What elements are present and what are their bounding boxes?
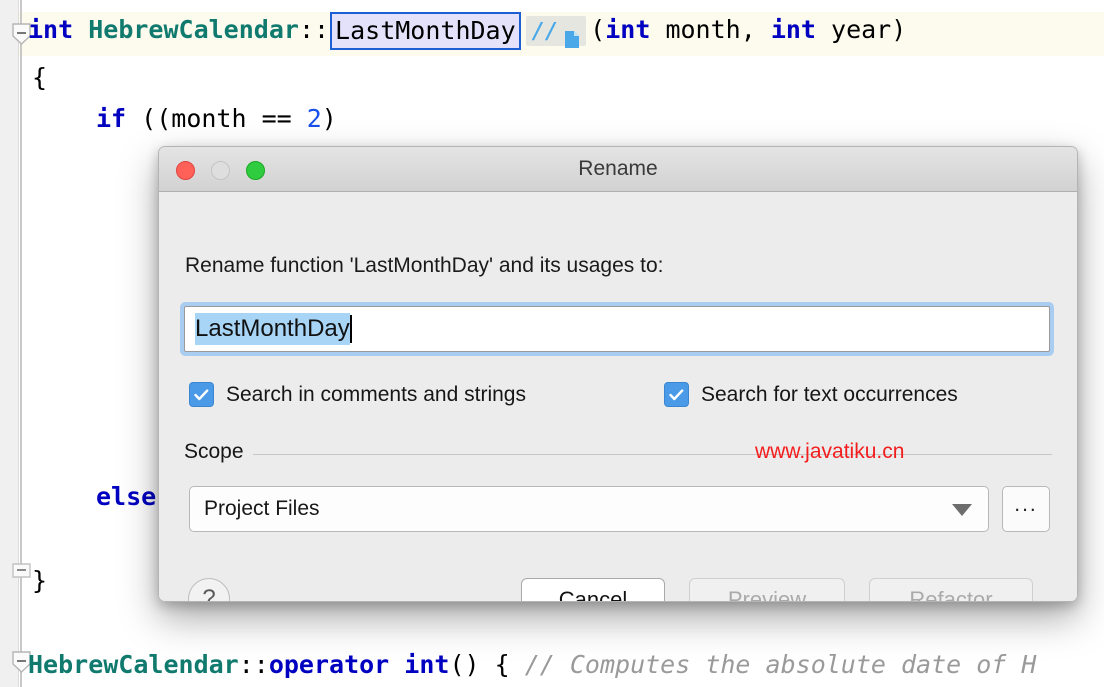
scope-operator-2: :: bbox=[238, 650, 269, 679]
code-line-else[interactable]: else bbox=[96, 477, 156, 517]
inline-hint-chip[interactable]: // bbox=[525, 16, 587, 48]
paren-open: ( bbox=[590, 15, 606, 44]
code-line-signature[interactable]: int HebrewCalendar:: LastMonthDay//(int m… bbox=[28, 10, 906, 50]
new-name-input[interactable]: LastMonthDay bbox=[184, 306, 1050, 352]
editor-gutter[interactable] bbox=[0, 0, 19, 687]
keyword-int-return: int bbox=[28, 15, 89, 44]
dialog-body: Rename function 'LastMonthDay' and its u… bbox=[159, 192, 1077, 601]
new-name-input-value[interactable]: LastMonthDay bbox=[195, 313, 350, 345]
chevron-down-icon[interactable] bbox=[952, 504, 972, 516]
code-line-brace-close[interactable]: } bbox=[32, 561, 47, 601]
code-line-operator-int[interactable]: HebrewCalendar::operator int() { // Comp… bbox=[28, 645, 1036, 685]
if-paren-close: ) bbox=[321, 104, 337, 133]
class-name-hebrewcalendar: HebrewCalendar bbox=[88, 15, 299, 44]
refactor-button[interactable]: Refactor bbox=[869, 578, 1033, 601]
scope-operator: :: bbox=[298, 15, 330, 44]
code-line-if[interactable]: if ((month == 2) bbox=[96, 99, 337, 139]
checkbox-label-text-occurrences: Search for text occurrences bbox=[701, 382, 958, 406]
dialog-title: Rename bbox=[578, 157, 658, 180]
rename-inplace-identifier[interactable]: LastMonthDay bbox=[330, 12, 521, 50]
keyword-operator: operator bbox=[268, 650, 405, 679]
scope-dropdown[interactable]: Project Files bbox=[189, 486, 989, 532]
help-button[interactable]: ? bbox=[188, 578, 230, 601]
param-year: year) bbox=[815, 15, 907, 44]
keyword-int-param1: int bbox=[605, 15, 651, 44]
keyword-if: if bbox=[96, 104, 127, 133]
scope-browse-button[interactable]: ... bbox=[1002, 486, 1050, 532]
number-literal-2: 2 bbox=[306, 104, 322, 133]
if-condition: ((month == bbox=[126, 104, 307, 133]
comment-slashes-icon: // bbox=[531, 19, 559, 44]
checkbox-label-comments-strings: Search in comments and strings bbox=[226, 382, 526, 406]
checkbox-checked-icon-2[interactable] bbox=[664, 382, 689, 407]
scope-section-title: Scope bbox=[184, 440, 253, 464]
scope-selected-value: Project Files bbox=[204, 497, 320, 520]
keyword-int-param2: int bbox=[770, 15, 816, 44]
checkbox-search-comments-strings[interactable]: Search in comments and strings bbox=[189, 382, 526, 407]
code-line-brace-open[interactable]: { bbox=[32, 58, 47, 98]
rename-prompt-label: Rename function 'LastMonthDay' and its u… bbox=[185, 254, 664, 277]
checkbox-checked-icon[interactable] bbox=[189, 382, 214, 407]
scope-separator bbox=[184, 454, 1052, 455]
class-name-hebrewcalendar-2: HebrewCalendar bbox=[28, 650, 239, 679]
keyword-int-cast: int bbox=[404, 650, 450, 679]
text-caret bbox=[349, 315, 352, 343]
line-comment: // Computes the absolute date of H bbox=[524, 650, 1037, 679]
dialog-titlebar[interactable]: Rename bbox=[159, 147, 1077, 192]
cancel-button[interactable]: Cancel bbox=[521, 578, 665, 601]
param-month: month, bbox=[650, 15, 771, 44]
preview-button[interactable]: Preview bbox=[689, 578, 845, 601]
checkbox-search-text-occurrences[interactable]: Search for text occurrences bbox=[664, 382, 958, 407]
fold-end-icon[interactable] bbox=[12, 560, 31, 582]
code-fold-guide-line bbox=[20, 0, 22, 687]
operator-parens: () { bbox=[449, 650, 525, 679]
rename-dialog[interactable]: Rename Rename function 'LastMonthDay' an… bbox=[158, 146, 1078, 602]
page-icon[interactable] bbox=[564, 26, 580, 48]
